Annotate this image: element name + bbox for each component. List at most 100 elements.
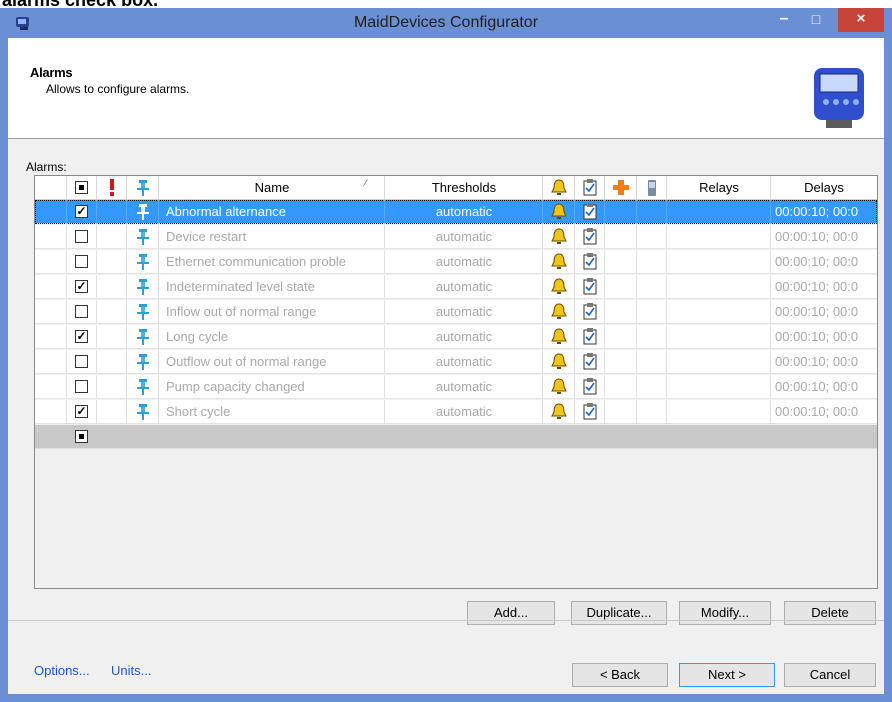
thresholds-cell[interactable]: automatic: [385, 325, 543, 348]
bell-icon: [551, 378, 567, 394]
enable-checkbox[interactable]: ✓: [75, 330, 88, 343]
thresholds-cell[interactable]: automatic: [385, 350, 543, 373]
clipboard-icon: [583, 179, 597, 196]
relays-header-label: Relays: [699, 180, 739, 195]
delays-cell[interactable]: 00:00:10; 00:0: [775, 275, 877, 298]
thresholds-cell[interactable]: automatic: [385, 400, 543, 423]
options-link[interactable]: Options...: [34, 663, 90, 678]
pin-icon: [137, 254, 149, 270]
bell-icon: [551, 203, 567, 219]
enable-checkbox[interactable]: [75, 230, 88, 243]
device-image: [814, 68, 864, 128]
alarms-grid-label: Alarms:: [26, 160, 67, 174]
pin-icon: [137, 180, 149, 196]
delays-cell[interactable]: 00:00:10; 00:0: [775, 200, 877, 223]
window-title: MaidDevices Configurator: [353, 14, 539, 31]
cancel-button[interactable]: Cancel: [784, 663, 876, 687]
thresholds-header-label: Thresholds: [431, 180, 497, 195]
alarms-grid[interactable]: Name ⁄ Thresholds Relays Delays ✓ Abnorm…: [34, 175, 878, 589]
delays-column-header[interactable]: Delays: [771, 176, 877, 199]
units-link[interactable]: Units...: [111, 663, 151, 678]
alarm-name-cell[interactable]: Device restart: [166, 225, 384, 248]
pin-icon: [137, 329, 149, 345]
delays-cell[interactable]: 00:00:10; 00:0: [775, 300, 877, 323]
delays-header-label: Delays: [804, 180, 844, 195]
alarm-name-cell[interactable]: Ethernet communication proble: [166, 250, 384, 273]
plus-column-header[interactable]: [605, 176, 637, 199]
row-header-column: [35, 176, 67, 199]
alarm-name-cell[interactable]: Abnormal alternance: [166, 200, 384, 223]
table-row[interactable]: Device restart automatic 00:00:10; 00:0: [35, 225, 877, 249]
delays-cell[interactable]: 00:00:10; 00:0: [775, 325, 877, 348]
enable-checkbox[interactable]: [75, 355, 88, 368]
name-header-label: Name: [254, 180, 290, 195]
thresholds-cell[interactable]: automatic: [385, 375, 543, 398]
duplicate-button[interactable]: Duplicate...: [571, 601, 667, 625]
pin-icon: [137, 204, 149, 220]
pin-column-header[interactable]: [127, 176, 159, 199]
maximize-button[interactable]: □: [800, 8, 832, 32]
table-row[interactable]: Pump capacity changed automatic 00:00:10; …: [35, 375, 877, 399]
bell-icon: [551, 328, 567, 344]
clipboard-icon: [583, 228, 597, 245]
back-button[interactable]: < Back: [572, 663, 668, 687]
delays-cell[interactable]: 00:00:10; 00:0: [775, 375, 877, 398]
select-all-checkbox[interactable]: [75, 181, 88, 194]
clipboard-icon: [583, 328, 597, 345]
priority-column-header[interactable]: [97, 176, 127, 199]
enable-checkbox[interactable]: [75, 305, 88, 318]
new-row[interactable]: [35, 425, 877, 449]
enable-checkbox[interactable]: ✓: [75, 405, 88, 418]
enable-checkbox[interactable]: [75, 380, 88, 393]
alarm-name-cell[interactable]: Outflow out of normal range: [166, 350, 384, 373]
name-column-header[interactable]: Name ⁄: [159, 176, 385, 199]
relays-column-header[interactable]: Relays: [667, 176, 771, 199]
table-row[interactable]: Ethernet communication proble automatic 00…: [35, 250, 877, 274]
alarm-name-cell[interactable]: Long cycle: [166, 325, 384, 348]
enable-column-header[interactable]: [67, 176, 97, 199]
modify-button[interactable]: Modify...: [679, 601, 771, 625]
thresholds-cell[interactable]: automatic: [385, 250, 543, 273]
enable-checkbox[interactable]: ✓: [75, 205, 88, 218]
delays-cell[interactable]: 00:00:10; 00:0: [775, 400, 877, 423]
delays-cell[interactable]: 00:00:10; 00:0: [775, 350, 877, 373]
thresholds-cell[interactable]: automatic: [385, 200, 543, 223]
alarm-name-cell[interactable]: Inflow out of normal range: [166, 300, 384, 323]
table-row[interactable]: ✓ Short cycle automatic 00:00:10; 00:0: [35, 400, 877, 424]
phone-icon: [648, 180, 656, 196]
table-row[interactable]: Outflow out of normal range automatic 00:0…: [35, 350, 877, 374]
close-button[interactable]: ×: [838, 8, 884, 32]
caption-text: alarms check box.: [0, 0, 892, 8]
alarm-name-cell[interactable]: Short cycle: [166, 400, 384, 423]
thresholds-column-header[interactable]: Thresholds: [385, 176, 543, 199]
phone-column-header[interactable]: [637, 176, 667, 199]
clipboard-column-header[interactable]: [575, 176, 605, 199]
new-row-checkbox[interactable]: [75, 430, 88, 443]
thresholds-cell[interactable]: automatic: [385, 300, 543, 323]
table-row[interactable]: ✓ Abnormal alternance automatic 00:00:10; 0…: [35, 200, 877, 224]
pin-icon: [137, 379, 149, 395]
table-row[interactable]: Inflow out of normal range automatic 00:00…: [35, 300, 877, 324]
enable-checkbox[interactable]: ✓: [75, 280, 88, 293]
delays-cell[interactable]: 00:00:10; 00:0: [775, 250, 877, 273]
minimize-button[interactable]: –: [768, 8, 800, 32]
bell-icon: [551, 179, 567, 195]
thresholds-cell[interactable]: automatic: [385, 225, 543, 248]
next-button[interactable]: Next >: [679, 663, 775, 687]
clipboard-icon: [583, 403, 597, 420]
pin-icon: [137, 279, 149, 295]
enable-checkbox[interactable]: [75, 255, 88, 268]
bell-column-header[interactable]: [543, 176, 575, 199]
alarm-name-cell[interactable]: Pump capacity changed: [166, 375, 384, 398]
wizard-header: Alarms Allows to configure alarms.: [8, 38, 884, 139]
thresholds-cell[interactable]: automatic: [385, 275, 543, 298]
configurator-window: MaidDevices Configurator – □ × Alarms Al…: [0, 8, 892, 702]
pin-icon: [137, 404, 149, 420]
alarm-name-cell[interactable]: Indeterminated level state: [166, 275, 384, 298]
title-bar[interactable]: MaidDevices Configurator – □ ×: [0, 8, 892, 38]
add-button[interactable]: Add...: [467, 601, 555, 625]
delete-button[interactable]: Delete: [784, 601, 876, 625]
delays-cell[interactable]: 00:00:10; 00:0: [775, 225, 877, 248]
table-row[interactable]: ✓ Long cycle automatic 00:00:10; 00:0: [35, 325, 877, 349]
table-row[interactable]: ✓ Indeterminated level state automatic 00:0…: [35, 275, 877, 299]
